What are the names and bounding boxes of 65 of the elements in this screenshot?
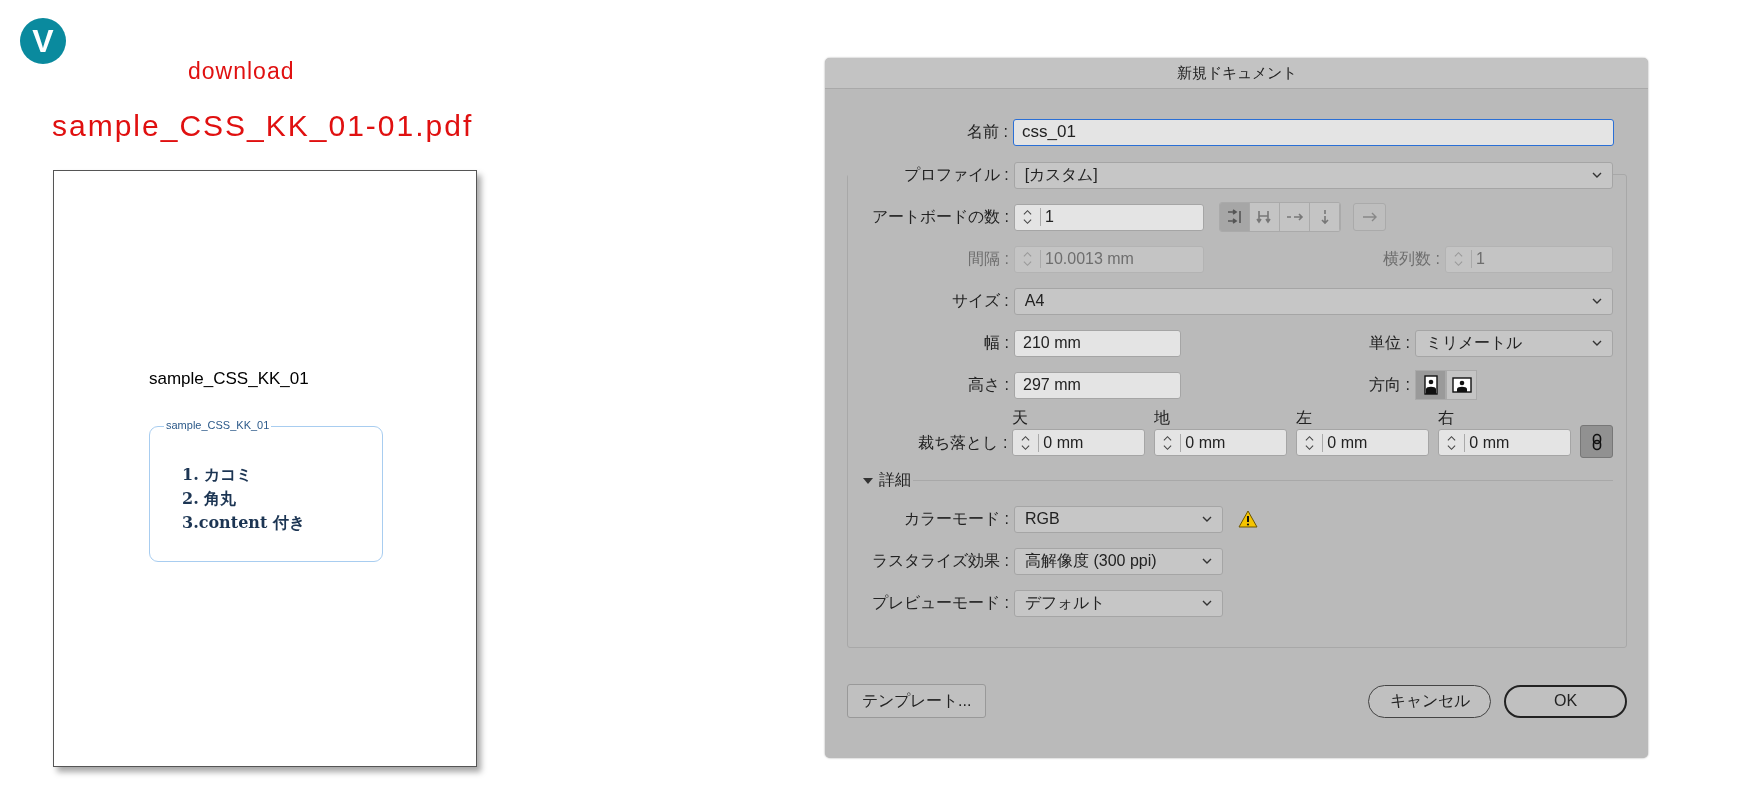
- field-label: 単位 :: [1368, 332, 1411, 353]
- bleed-field[interactable]: 0 mm: [1438, 429, 1572, 456]
- details-toggle[interactable]: 詳細: [862, 470, 911, 491]
- dialog-title: 新規ドキュメント: [825, 58, 1648, 89]
- bleed-field[interactable]: 0 mm: [1154, 429, 1288, 456]
- preview-mode-dropdown[interactable]: デフォルト: [1014, 589, 1223, 617]
- chevron-icon: [1202, 600, 1212, 606]
- field-label: ラスタライズ効果 :: [871, 550, 1010, 571]
- download-label: download: [188, 58, 295, 85]
- field-label: 方向 :: [1368, 374, 1411, 395]
- person-landscape-icon: [1451, 377, 1472, 393]
- color-mode-dropdown[interactable]: RGB: [1014, 505, 1223, 533]
- field-label: 高さ :: [967, 374, 1010, 395]
- height-field[interactable]: 297 mm: [1014, 371, 1181, 399]
- chevron-icon: [1592, 340, 1602, 346]
- field-label: 裁ち落とし :: [917, 433, 1009, 453]
- portrait-button[interactable]: [1415, 370, 1446, 400]
- list-item: 2. 角丸: [182, 488, 237, 510]
- layout-icon: [1225, 209, 1244, 225]
- disclosure-triangle-icon: [862, 475, 874, 486]
- chevron-icon: [1202, 558, 1212, 564]
- size-dropdown[interactable]: A4: [1013, 287, 1613, 315]
- field-label: プレビューモード :: [871, 592, 1010, 613]
- layout-button[interactable]: [1220, 203, 1250, 231]
- chevron-icon: [1202, 516, 1212, 522]
- field-label: アートボードの数 :: [871, 206, 1010, 227]
- field-label: カラーモード :: [903, 508, 1010, 529]
- link-toggle[interactable]: [1580, 425, 1613, 458]
- chain-link-icon: [1591, 432, 1602, 451]
- bleed-side-label: 天: [1012, 408, 1029, 428]
- box-legend: sample_CSS_KK_01: [164, 419, 272, 431]
- page-heading: sample_CSS_KK_01: [149, 369, 309, 389]
- layout-button[interactable]: [1280, 203, 1310, 231]
- bleed-field[interactable]: 0 mm: [1296, 429, 1430, 456]
- right-arrow-icon: [1361, 212, 1378, 222]
- bleed-side-label: 右: [1438, 408, 1455, 428]
- units-dropdown[interactable]: ミリメートル: [1415, 329, 1613, 357]
- bleed-side-label: 左: [1296, 408, 1313, 428]
- list-item: 1. カコミ: [182, 464, 253, 486]
- field-label: サイズ :: [950, 290, 1010, 311]
- field-label: 幅 :: [983, 332, 1010, 353]
- field-label: 横列数 :: [1382, 248, 1441, 269]
- cancel-button[interactable]: キャンセル: [1368, 684, 1491, 718]
- name-field[interactable]: css_01: [1013, 118, 1614, 146]
- template-button[interactable]: テンプレート...: [847, 684, 987, 718]
- artboard-count-field[interactable]: 1: [1014, 203, 1204, 231]
- field-label: 名前 :: [966, 121, 1009, 142]
- raster-effect-dropdown[interactable]: 高解像度 (300 ppi): [1014, 547, 1223, 575]
- landscape-button[interactable]: [1446, 370, 1477, 400]
- bleed-side-label: 地: [1154, 408, 1171, 428]
- width-field[interactable]: 210 mm: [1014, 329, 1181, 357]
- ok-button[interactable]: OK: [1504, 684, 1627, 718]
- layout-button[interactable]: [1250, 203, 1280, 231]
- layout-button[interactable]: [1310, 203, 1340, 231]
- chevron-icon: [1592, 172, 1602, 178]
- list-item: 3.content 付き: [182, 512, 305, 534]
- chevron-icon: [1592, 298, 1602, 304]
- profile-dropdown[interactable]: [カスタム]: [1013, 161, 1613, 189]
- person-portrait-icon: [1423, 375, 1438, 395]
- layout-icon: [1255, 209, 1274, 225]
- file-link[interactable]: sample_CSS_KK_01-01.pdf: [52, 109, 474, 143]
- bleed-field[interactable]: 0 mm: [1012, 429, 1146, 456]
- logo-badge: V: [20, 18, 66, 64]
- field-label: 間隔 :: [967, 248, 1010, 269]
- arrow-button[interactable]: [1353, 203, 1386, 231]
